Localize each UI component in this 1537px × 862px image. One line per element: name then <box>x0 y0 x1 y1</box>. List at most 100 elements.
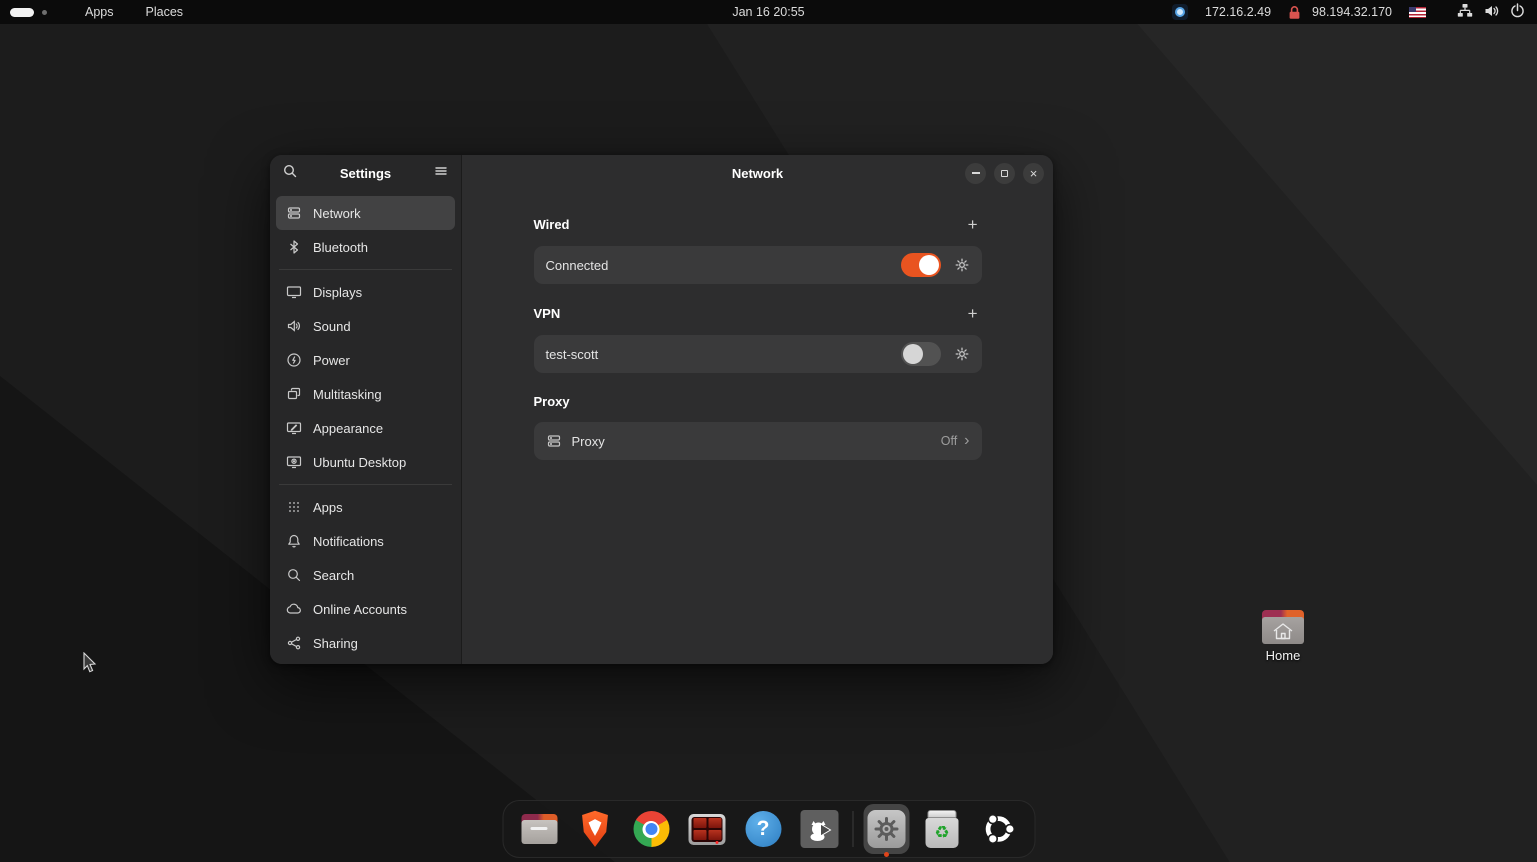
add-vpn-button[interactable]: + <box>964 305 982 322</box>
sidebar-item-label: Bluetooth <box>313 240 368 255</box>
vpn-toggle[interactable] <box>901 342 941 366</box>
settings-window: Settings Network Bluetooth Displays Soun <box>270 155 1053 664</box>
home-folder-icon <box>1262 610 1304 644</box>
sidebar-title: Settings <box>306 166 425 181</box>
toggle-knob <box>919 255 939 275</box>
vpn-connection-label: test-scott <box>546 347 901 362</box>
sidebar-list: Network Bluetooth Displays Sound Power <box>270 191 461 664</box>
sidebar-item-label: Sound <box>313 319 351 334</box>
sidebar-header: Settings <box>270 155 461 191</box>
dock-chrome-button[interactable] <box>628 804 674 854</box>
settings-sidebar: Settings Network Bluetooth Displays Soun <box>270 155 462 664</box>
workspace-dot[interactable] <box>42 10 47 15</box>
wired-connection-row[interactable]: Connected <box>534 246 982 284</box>
sidebar-item-search[interactable]: Search <box>276 558 455 592</box>
search-settings-icon <box>286 567 302 583</box>
sidebar-item-label: Search <box>313 568 354 583</box>
clock[interactable]: Jan 16 20:55 <box>732 5 804 19</box>
network-icon <box>286 205 302 221</box>
network-panel: Network × Wired + Connected <box>462 155 1053 664</box>
dock: ? ♻ <box>502 800 1035 858</box>
apps-grid-icon <box>286 499 302 515</box>
sidebar-item-notifications[interactable]: Notifications <box>276 524 455 558</box>
search-icon[interactable] <box>282 163 298 184</box>
network-content: Wired + Connected VPN + test-scott <box>534 191 982 481</box>
sidebar-divider <box>279 269 452 270</box>
toggle-knob <box>903 344 923 364</box>
vpn-settings-gear-icon[interactable] <box>954 346 970 362</box>
proxy-heading: Proxy <box>534 394 570 409</box>
sidebar-item-bluetooth[interactable]: Bluetooth <box>276 230 455 264</box>
sidebar-item-sound[interactable]: Sound <box>276 309 455 343</box>
sidebar-item-label: Notifications <box>313 534 384 549</box>
cloud-icon <box>286 601 302 617</box>
house-icon <box>1271 621 1295 641</box>
sidebar-divider <box>279 484 452 485</box>
sidebar-item-online-accounts[interactable]: Online Accounts <box>276 592 455 626</box>
bluetooth-icon <box>286 239 302 255</box>
ubuntu-logo-icon <box>980 811 1016 847</box>
dock-help-button[interactable]: ? <box>740 804 786 854</box>
places-menu[interactable]: Places <box>130 0 200 24</box>
home-folder-shortcut[interactable]: Home <box>1254 610 1312 663</box>
app-indicator-icon[interactable] <box>1172 4 1188 20</box>
sidebar-item-appearance[interactable]: Appearance <box>276 411 455 445</box>
power-settings-icon <box>286 352 302 368</box>
chevron-right-icon: › <box>964 433 969 449</box>
us-flag-icon[interactable] <box>1409 7 1426 18</box>
sidebar-item-multitasking[interactable]: Multitasking <box>276 377 455 411</box>
dock-screen-recorder-button[interactable] <box>796 804 842 854</box>
close-button[interactable]: × <box>1023 163 1044 184</box>
proxy-network-icon <box>546 433 562 449</box>
screen-recorder-icon <box>800 810 838 848</box>
network-wired-icon[interactable] <box>1457 3 1473 21</box>
help-icon: ? <box>745 811 781 847</box>
sidebar-item-ubuntu-desktop[interactable]: Ubuntu Desktop <box>276 445 455 479</box>
dock-files-button[interactable] <box>516 804 562 854</box>
main-menu-icon[interactable] <box>433 163 449 184</box>
sidebar-item-network[interactable]: Network <box>276 196 455 230</box>
running-indicator-dot <box>884 852 889 857</box>
volume-icon[interactable] <box>1484 4 1499 21</box>
vpn-connection-row[interactable]: test-scott <box>534 335 982 373</box>
proxy-label: Proxy <box>572 434 941 449</box>
sidebar-item-power[interactable]: Power <box>276 343 455 377</box>
sidebar-item-label: Multitasking <box>313 387 382 402</box>
wired-toggle[interactable] <box>901 253 941 277</box>
minimize-icon <box>972 172 980 174</box>
workspace-indicator[interactable] <box>10 8 47 17</box>
vpn-section: VPN + test-scott <box>534 305 982 373</box>
sidebar-item-label: Online Accounts <box>313 602 407 617</box>
sidebar-item-label: Displays <box>313 285 362 300</box>
maximize-button[interactable] <box>994 163 1015 184</box>
proxy-row[interactable]: Proxy Off › <box>534 422 982 460</box>
power-icon[interactable] <box>1510 3 1525 21</box>
apps-menu[interactable]: Apps <box>69 0 130 24</box>
add-wired-button[interactable]: + <box>964 216 982 233</box>
dock-trash-button[interactable]: ♻ <box>919 804 965 854</box>
sidebar-item-sharing[interactable]: Sharing <box>276 626 455 660</box>
wired-section: Wired + Connected <box>534 216 982 284</box>
sidebar-item-label: Ubuntu Desktop <box>313 455 406 470</box>
home-label: Home <box>1254 648 1312 663</box>
sidebar-item-label: Sharing <box>313 636 358 651</box>
page-title: Network <box>732 166 783 181</box>
dock-terminal-button[interactable] <box>684 804 730 854</box>
window-headerbar: Network × <box>462 155 1053 191</box>
dock-settings-button[interactable] <box>863 804 909 854</box>
public-ip: 98.194.32.170 <box>1312 5 1392 19</box>
displays-icon <box>286 284 302 300</box>
bell-icon <box>286 533 302 549</box>
dock-ubuntu-button[interactable] <box>975 804 1021 854</box>
wired-heading: Wired <box>534 217 570 232</box>
dock-brave-button[interactable] <box>572 804 618 854</box>
minimize-button[interactable] <box>965 163 986 184</box>
active-workspace-pill[interactable] <box>10 8 34 17</box>
sidebar-item-displays[interactable]: Displays <box>276 275 455 309</box>
chrome-icon <box>633 811 669 847</box>
ubuntu-desktop-icon <box>286 454 302 470</box>
wired-settings-gear-icon[interactable] <box>954 257 970 273</box>
sound-icon <box>286 318 302 334</box>
sidebar-item-apps[interactable]: Apps <box>276 490 455 524</box>
proxy-status: Off <box>941 434 957 448</box>
